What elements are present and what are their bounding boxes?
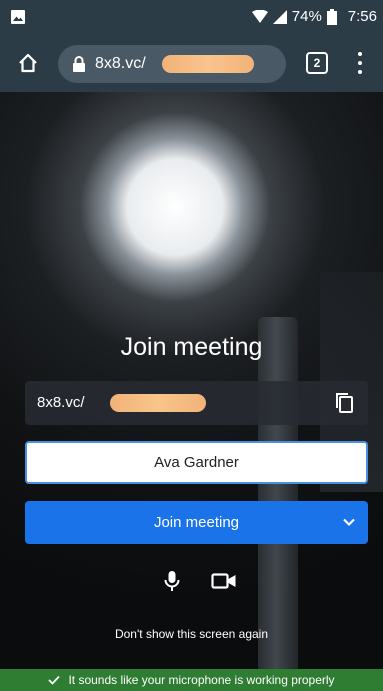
menu-dot <box>358 60 362 65</box>
check-icon <box>48 675 61 685</box>
meeting-link-row: 8x8.vc/ <box>25 381 368 425</box>
url-text: 8x8.vc/ <box>95 55 146 72</box>
display-name-input[interactable] <box>25 441 368 484</box>
image-notification-icon <box>11 10 25 24</box>
address-bar[interactable]: 8x8.vc/ <box>58 45 286 83</box>
browser-toolbar: 8x8.vc/ 2 <box>0 36 383 92</box>
battery-percent: 74% <box>291 8 322 25</box>
camera-icon[interactable] <box>211 572 237 590</box>
wifi-icon <box>251 9 268 23</box>
join-meeting-button[interactable]: Join meeting <box>25 501 368 544</box>
home-icon <box>19 53 37 73</box>
dont-show-again-link[interactable]: Don't show this screen again <box>0 627 383 641</box>
chevron-down-icon[interactable] <box>342 515 356 529</box>
meeting-link: 8x8.vc/ <box>37 394 85 411</box>
microphone-icon[interactable] <box>163 570 181 592</box>
lock-icon <box>73 56 85 72</box>
page-title: Join meeting <box>120 333 263 361</box>
link-redaction <box>110 394 206 412</box>
clock: 7:56 <box>347 8 377 25</box>
banner-text: It sounds like your microphone is workin… <box>68 673 335 687</box>
menu-dot <box>358 69 362 74</box>
cell-signal-icon <box>272 9 287 24</box>
home-button[interactable] <box>14 49 42 77</box>
background-object <box>258 317 298 669</box>
battery-icon <box>326 8 337 25</box>
copy-icon[interactable] <box>334 391 356 415</box>
tab-switcher-button[interactable]: 2 <box>306 52 328 74</box>
overflow-menu-button[interactable] <box>352 50 368 76</box>
join-button-label: Join meeting <box>153 514 240 531</box>
status-bar: 74% 7:56 <box>0 0 383 36</box>
menu-dot <box>358 52 362 57</box>
url-redaction <box>162 55 254 73</box>
mic-status-banner: It sounds like your microphone is workin… <box>0 669 383 691</box>
